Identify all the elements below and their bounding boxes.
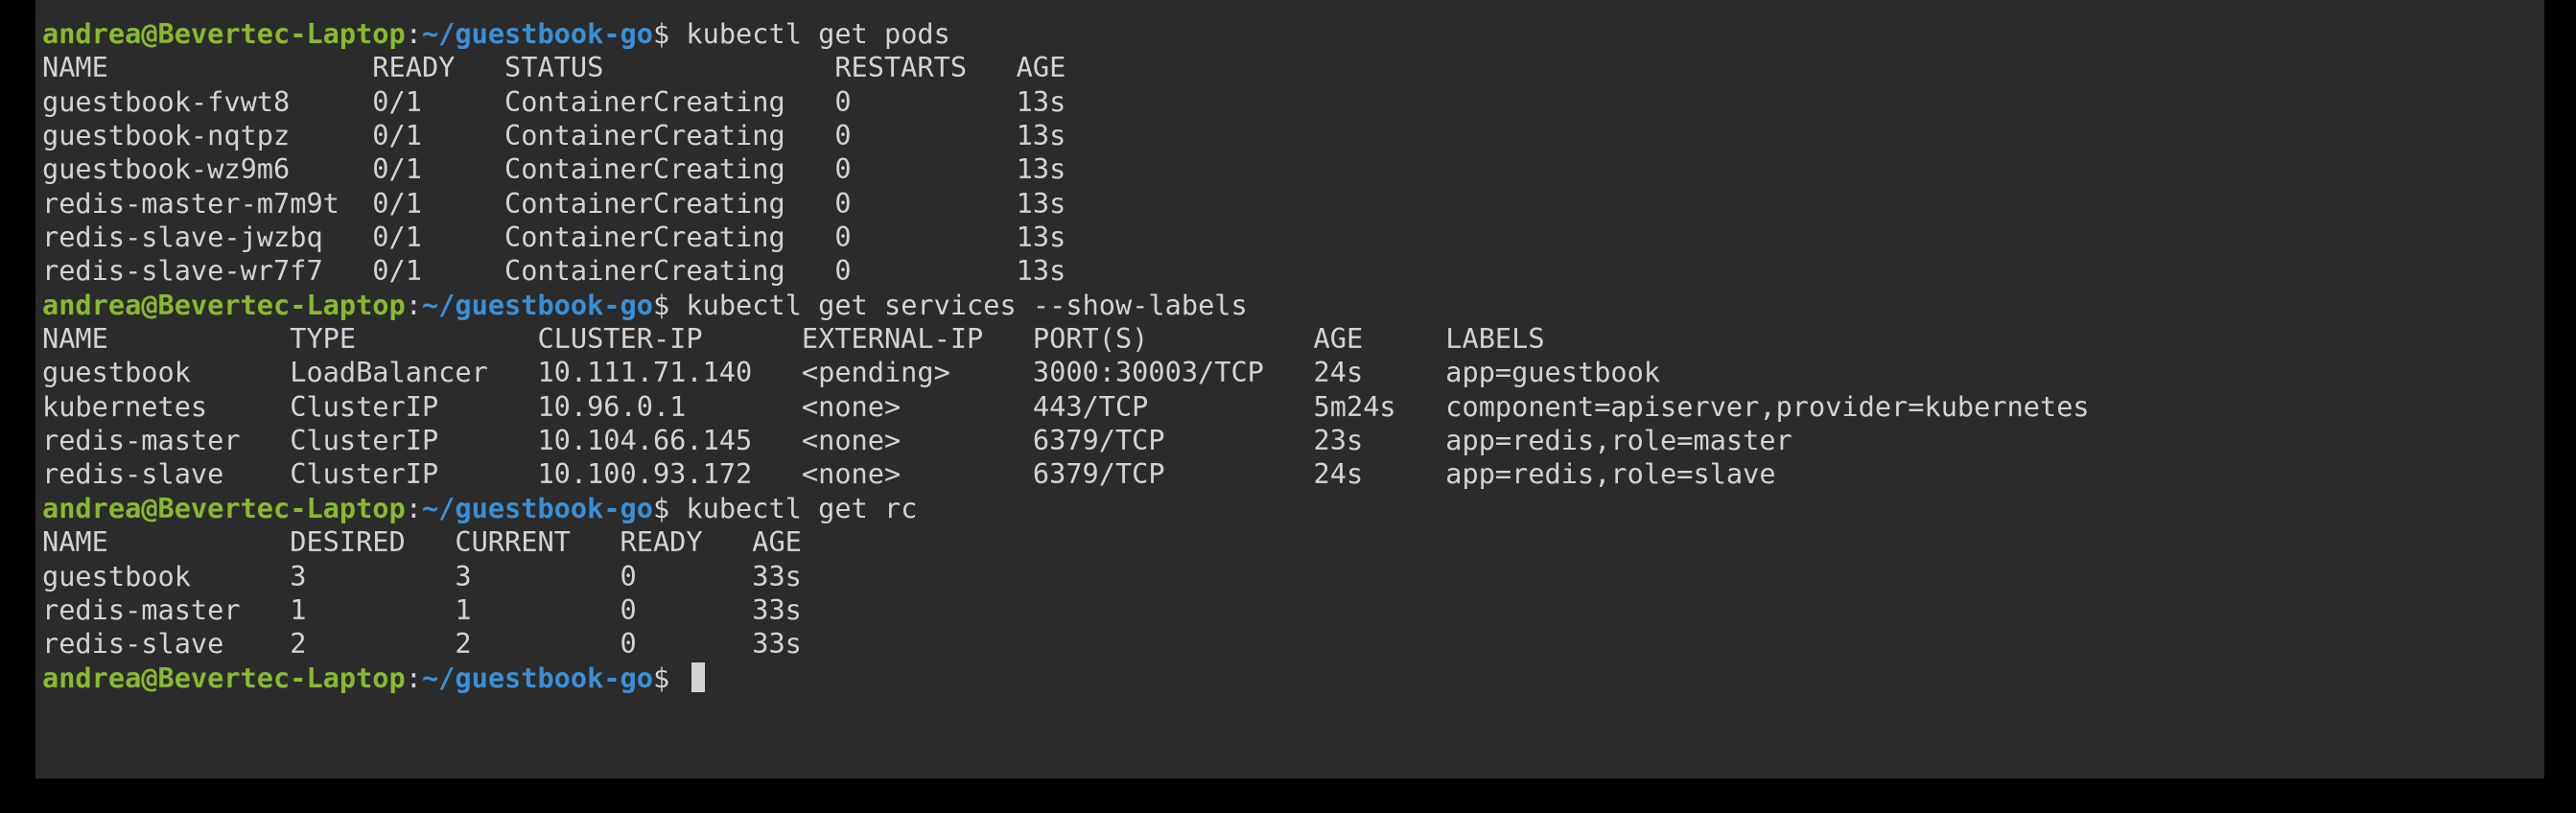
prompt-user-host: andrea@Bevertec-Laptop	[42, 288, 406, 321]
services-table-row: kubernetes ClusterIP 10.96.0.1 <none> 44…	[42, 389, 2090, 423]
rc-table-row: guestbook 3 3 0 33s	[42, 559, 802, 592]
rc-table-header: NAME DESIRED CURRENT READY AGE	[42, 525, 802, 559]
pods-table-row: redis-slave-jwzbq 0/1 ContainerCreating …	[42, 221, 1066, 254]
prompt-path: ~/guestbook-go	[421, 288, 653, 321]
pods-table-row: guestbook-wz9m6 0/1 ContainerCreating 0 …	[42, 152, 1066, 186]
terminal-window[interactable]: andrea@Bevertec-Laptop:~/guestbook-go$ k…	[35, 0, 2544, 778]
prompt-symbol: $	[652, 661, 687, 694]
prompt-line: andrea@Bevertec-Laptop:~/guestbook-go$ k…	[42, 492, 2090, 525]
prompt-symbol: $	[652, 17, 687, 50]
services-table-header: NAME TYPE CLUSTER-IP EXTERNAL-IP PORT(S)…	[42, 322, 1545, 356]
command-text: kubectl get rc	[686, 491, 918, 524]
prompt-separator: :	[405, 288, 422, 321]
prompt-path: ~/guestbook-go	[421, 491, 653, 524]
command-text: kubectl get pods	[686, 17, 950, 50]
text-cursor[interactable]	[691, 662, 706, 693]
pods-table-row: guestbook-fvwt8 0/1 ContainerCreating 0 …	[42, 84, 1066, 118]
prompt-user-host: andrea@Bevertec-Laptop	[42, 661, 406, 694]
prompt-separator: :	[405, 661, 422, 694]
pods-table-row: redis-slave-wr7f7 0/1 ContainerCreating …	[42, 254, 1066, 288]
pods-table-row: guestbook-nqtpz 0/1 ContainerCreating 0 …	[42, 119, 1066, 152]
pods-table-header: NAME READY STATUS RESTARTS AGE	[42, 51, 1066, 84]
prompt-path: ~/guestbook-go	[421, 661, 653, 694]
terminal-output: andrea@Bevertec-Laptop:~/guestbook-go$ k…	[42, 17, 2090, 695]
services-table-row: redis-master ClusterIP 10.104.66.145 <no…	[42, 424, 1792, 457]
rc-table-row: redis-master 1 1 0 33s	[42, 592, 802, 626]
prompt-user-host: andrea@Bevertec-Laptop	[42, 491, 406, 524]
prompt-separator: :	[405, 491, 422, 524]
prompt-path: ~/guestbook-go	[421, 17, 653, 50]
prompt-line: andrea@Bevertec-Laptop:~/guestbook-go$ k…	[42, 289, 2090, 322]
prompt-symbol: $	[652, 491, 687, 524]
rc-table-row: redis-slave 2 2 0 33s	[42, 627, 802, 661]
prompt-symbol: $	[652, 288, 687, 321]
prompt-line: andrea@Bevertec-Laptop:~/guestbook-go$ k…	[42, 17, 2090, 51]
active-prompt-line[interactable]: andrea@Bevertec-Laptop:~/guestbook-go$	[42, 662, 2090, 695]
pods-table-row: redis-master-m7m9t 0/1 ContainerCreating…	[42, 186, 1066, 220]
command-text: kubectl get services --show-labels	[686, 288, 1248, 321]
prompt-separator: :	[405, 17, 422, 50]
prompt-user-host: andrea@Bevertec-Laptop	[42, 17, 406, 50]
services-table-row: redis-slave ClusterIP 10.100.93.172 <non…	[42, 457, 1776, 491]
services-table-row: guestbook LoadBalancer 10.111.71.140 <pe…	[42, 356, 1661, 389]
